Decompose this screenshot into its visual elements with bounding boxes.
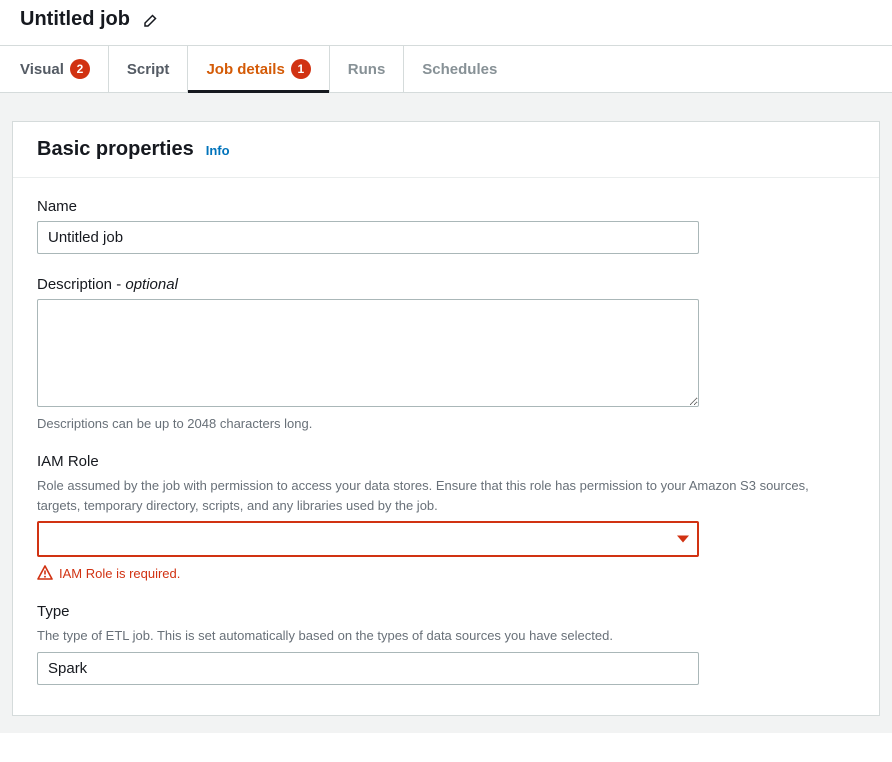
- page-title: Untitled job: [20, 8, 130, 31]
- iam-role-select[interactable]: [37, 521, 699, 557]
- description-label: Description - optional: [37, 276, 855, 293]
- iam-role-label: IAM Role: [37, 453, 855, 470]
- tab-label: Script: [127, 61, 170, 78]
- tab-label: Visual: [20, 61, 64, 78]
- panel-header: Basic properties Info: [13, 122, 879, 178]
- type-value: Spark: [37, 652, 699, 685]
- tabs-bar: Visual 2 Script Job details 1 Runs Sched…: [0, 45, 892, 93]
- iam-role-error: IAM Role is required.: [37, 565, 855, 581]
- tab-visual[interactable]: Visual 2: [20, 46, 108, 92]
- tab-badge: 1: [291, 59, 311, 79]
- type-description: The type of ETL job. This is set automat…: [37, 626, 855, 646]
- description-helper: Descriptions can be up to 2048 character…: [37, 416, 855, 431]
- name-label: Name: [37, 198, 855, 215]
- field-name: Name: [37, 198, 855, 254]
- basic-properties-panel: Basic properties Info Name Description -…: [12, 121, 880, 716]
- field-description: Description - optional Descriptions can …: [37, 276, 855, 431]
- panel-title: Basic properties: [37, 138, 194, 161]
- tab-job-details[interactable]: Job details 1: [187, 46, 328, 92]
- description-textarea[interactable]: [37, 299, 699, 407]
- field-iam-role: IAM Role Role assumed by the job with pe…: [37, 453, 855, 581]
- edit-icon[interactable]: [142, 11, 160, 29]
- tab-schedules: Schedules: [403, 46, 515, 92]
- tab-badge: 2: [70, 59, 90, 79]
- tab-runs: Runs: [329, 46, 404, 92]
- tab-label: Job details: [206, 61, 284, 78]
- tab-label: Schedules: [422, 61, 497, 78]
- info-link[interactable]: Info: [206, 143, 230, 158]
- field-type: Type The type of ETL job. This is set au…: [37, 603, 855, 685]
- content-area: Basic properties Info Name Description -…: [0, 93, 892, 733]
- tab-label: Runs: [348, 61, 386, 78]
- error-text: IAM Role is required.: [59, 566, 180, 581]
- type-label: Type: [37, 603, 855, 620]
- tab-script[interactable]: Script: [108, 46, 188, 92]
- iam-role-description: Role assumed by the job with permission …: [37, 476, 855, 515]
- name-input[interactable]: [37, 221, 699, 254]
- warning-icon: [37, 565, 53, 581]
